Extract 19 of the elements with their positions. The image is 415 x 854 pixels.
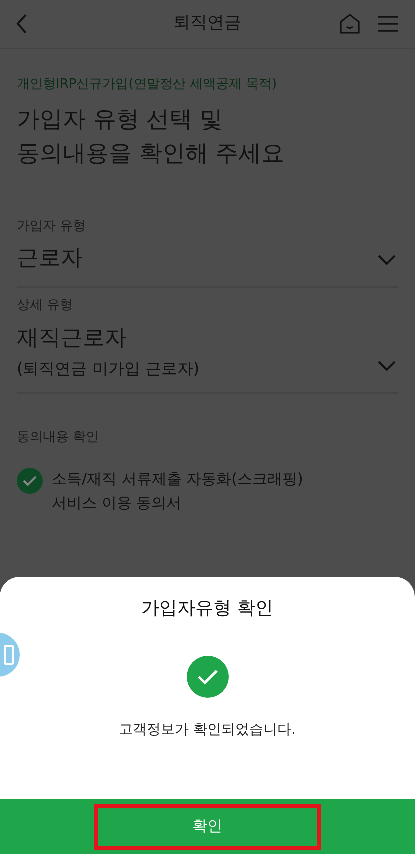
subtitle: 개인형IRP신규가입(연말정산 세액공제 목적) <box>17 76 278 94</box>
chevron-down-icon <box>378 255 396 266</box>
page-title: 퇴직연금 <box>174 12 242 36</box>
back-icon[interactable] <box>16 14 28 34</box>
home-icon[interactable] <box>339 13 361 35</box>
field-value: 근로자 <box>17 245 83 273</box>
select-field[interactable]: 재직근로자 (퇴직연금 미가입 근로자) <box>17 322 398 382</box>
page-heading: 가입자 유형 선택 및 동의내용을 확인해 주세요 <box>17 106 286 168</box>
dialog-title: 가입자유형 확인 <box>142 597 274 621</box>
menu-icon[interactable] <box>377 15 399 33</box>
consent-text: 소득/재직 서류제출 자동화(스크래핑) 서비스 이용 동의서 <box>52 469 304 514</box>
checkbox[interactable] <box>17 468 43 494</box>
confirm-button[interactable]: 확인 <box>94 804 321 850</box>
dialog-message: 고객정보가 확인되었습니다. <box>119 721 296 740</box>
select-field[interactable]: 근로자 <box>17 242 398 276</box>
field-note: (퇴직연금 미가입 근로자) <box>17 358 200 380</box>
success-check-icon <box>186 656 228 698</box>
field-value: 재직근로자 <box>17 324 128 352</box>
chevron-down-icon <box>378 360 396 372</box>
